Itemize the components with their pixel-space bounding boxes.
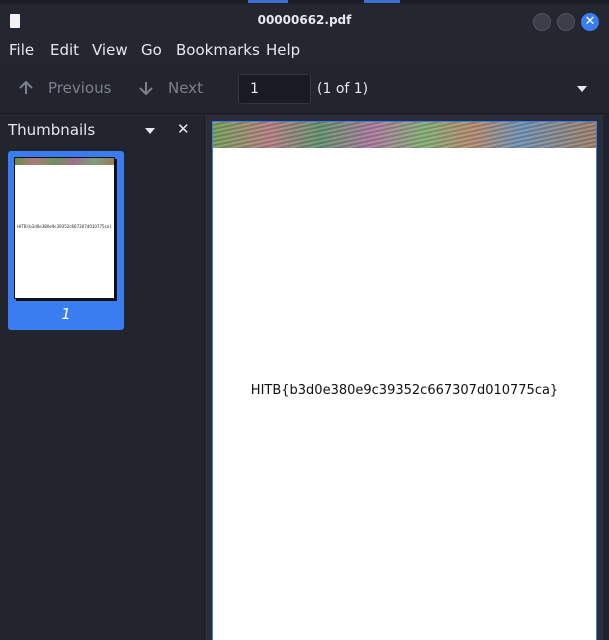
- page-count: (1 of 1): [317, 81, 369, 97]
- title-bar: 00000662.pdf ✕: [0, 4, 609, 36]
- document-viewer[interactable]: HITB{b3d0e380e9c39352c667307d010775ca}: [204, 115, 609, 640]
- desktop-edge: [603, 115, 609, 640]
- sidebar: Thumbnails ✕ HITB{b3d0e380e9c39352c66730…: [0, 115, 204, 640]
- page-number-input[interactable]: [238, 74, 311, 104]
- thumbnail-text: HITB{b3d0e380e9c39352c667307d010775ca}: [17, 224, 112, 229]
- close-x-icon[interactable]: ✕: [177, 120, 190, 138]
- menu-view[interactable]: View: [92, 41, 128, 59]
- arrow-down-icon: [139, 82, 153, 96]
- page-banner-image: [213, 122, 596, 148]
- desktop-indicator: [248, 0, 288, 3]
- menu-edit[interactable]: Edit: [50, 41, 79, 59]
- menu-bookmarks[interactable]: Bookmarks: [176, 41, 260, 59]
- close-icon[interactable]: ✕: [581, 13, 599, 31]
- desktop-indicator: [364, 0, 400, 3]
- menu-file[interactable]: File: [9, 41, 34, 59]
- thumbnail-page-1[interactable]: HITB{b3d0e380e9c39352c667307d010775ca} 1: [8, 151, 124, 330]
- thumbnail-image: HITB{b3d0e380e9c39352c667307d010775ca}: [14, 157, 115, 299]
- maximize-icon[interactable]: [557, 13, 575, 31]
- minimize-icon[interactable]: [533, 13, 551, 31]
- chevron-down-icon[interactable]: [145, 128, 155, 134]
- menu-help[interactable]: Help: [266, 41, 300, 59]
- chevron-down-icon[interactable]: [577, 86, 587, 92]
- document-page: HITB{b3d0e380e9c39352c667307d010775ca}: [212, 121, 597, 640]
- sidebar-title: Thumbnails: [8, 121, 96, 139]
- next-button[interactable]: Next: [138, 79, 203, 97]
- arrow-up-icon: [19, 80, 33, 94]
- window-title: 00000662.pdf: [257, 13, 352, 27]
- previous-label: Previous: [48, 79, 112, 97]
- thumbnail-banner: [15, 158, 114, 165]
- menu-bar: File Edit View Go Bookmarks Help: [0, 36, 609, 64]
- thumbnail-page-number: 1: [61, 305, 71, 323]
- document-text: HITB{b3d0e380e9c39352c667307d010775ca}: [250, 383, 559, 398]
- menu-go[interactable]: Go: [141, 41, 162, 59]
- next-label: Next: [168, 79, 203, 97]
- previous-button[interactable]: Previous: [18, 79, 111, 97]
